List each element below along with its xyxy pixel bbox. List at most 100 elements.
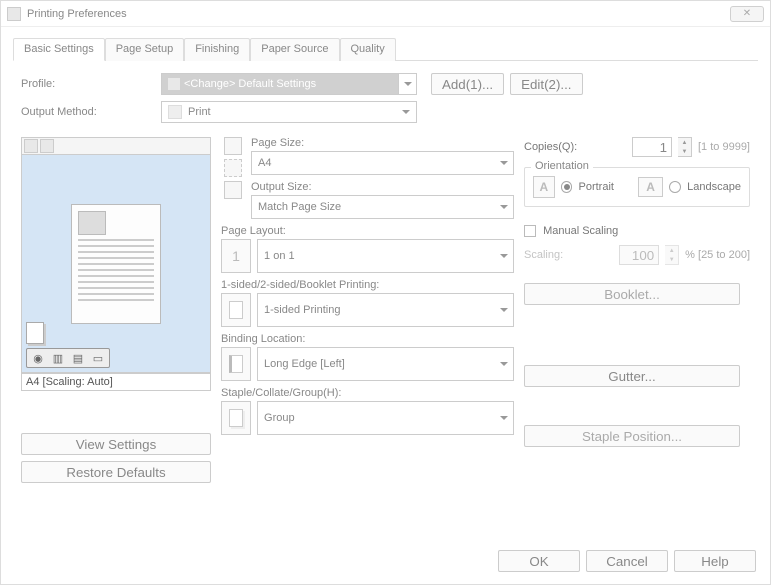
settings-column: Page Size: A4 Output Size: Match Page Si… bbox=[221, 137, 514, 483]
output-method-value: Print bbox=[188, 106, 402, 118]
layout-icon-2[interactable]: ▥ bbox=[48, 350, 68, 366]
landscape-radio[interactable] bbox=[669, 181, 681, 193]
printer-icon bbox=[168, 105, 182, 119]
add-profile-button[interactable]: Add(1)... bbox=[431, 73, 504, 95]
binding-dropdown[interactable]: Long Edge [Left] bbox=[257, 347, 514, 381]
layout-icon-4[interactable]: ▭ bbox=[88, 350, 108, 366]
preview-toolbar bbox=[21, 137, 211, 155]
output-size-dropdown[interactable]: Match Page Size bbox=[251, 195, 514, 219]
output-size-value: Match Page Size bbox=[252, 201, 495, 213]
titlebar: Printing Preferences ✕ bbox=[1, 1, 770, 27]
copies-spinner[interactable]: ▲▼ bbox=[678, 137, 692, 157]
tabs: Basic Settings Page Setup Finishing Pape… bbox=[13, 37, 758, 61]
output-method-label: Output Method: bbox=[21, 106, 161, 118]
scaling-input bbox=[619, 245, 659, 265]
scaling-spinner: ▲▼ bbox=[665, 245, 679, 265]
restore-defaults-button[interactable]: Restore Defaults bbox=[21, 461, 211, 483]
preview-mode-icon-1[interactable] bbox=[24, 139, 38, 153]
preview-mode-icon-2[interactable] bbox=[40, 139, 54, 153]
tab-paper-source[interactable]: Paper Source bbox=[250, 38, 339, 61]
profile-label: Profile: bbox=[21, 78, 161, 90]
scaling-label: Scaling: bbox=[524, 249, 613, 261]
page-size-icon bbox=[224, 137, 242, 155]
page-size-side-icons bbox=[221, 137, 245, 219]
tab-basic-settings[interactable]: Basic Settings bbox=[13, 38, 105, 61]
staple-dropdown[interactable]: Group bbox=[257, 401, 514, 435]
profile-row: Profile: <Change> Default Settings Add(1… bbox=[21, 73, 750, 95]
landscape-label: Landscape bbox=[687, 181, 741, 193]
page-size-dropdown[interactable]: A4 bbox=[251, 151, 514, 175]
copies-range: [1 to 9999] bbox=[698, 141, 750, 153]
single-page-icon[interactable] bbox=[26, 322, 44, 344]
output-method-dropdown[interactable]: Print bbox=[161, 101, 417, 123]
cancel-button[interactable]: Cancel bbox=[586, 550, 668, 572]
printing-sides-block: 1-sided/2-sided/Booklet Printing: 1-side… bbox=[221, 279, 514, 327]
manual-scaling-checkbox[interactable] bbox=[524, 225, 536, 237]
binding-icon bbox=[221, 347, 251, 381]
copies-row: Copies(Q): ▲▼ [1 to 9999] bbox=[524, 137, 750, 157]
page-layout-value: 1 on 1 bbox=[258, 250, 495, 262]
output-size-icon bbox=[224, 181, 242, 199]
tab-finishing[interactable]: Finishing bbox=[184, 38, 250, 61]
page-size-label: Page Size: bbox=[251, 137, 514, 149]
chevron-down-icon bbox=[500, 416, 508, 420]
portrait-label: Portrait bbox=[578, 181, 613, 193]
profile-dropdown-caret[interactable] bbox=[399, 73, 417, 95]
profile-value: <Change> Default Settings bbox=[184, 78, 316, 90]
preview-column: ◉ ▥ ▤ ▭ A4 [Scaling: Auto] View Settings… bbox=[21, 137, 211, 483]
output-size-label: Output Size: bbox=[251, 181, 514, 193]
staple-position-button: Staple Position... bbox=[524, 425, 740, 447]
page-preview bbox=[71, 204, 161, 324]
staple-value: Group bbox=[258, 412, 495, 424]
printing-preferences-window: Printing Preferences ✕ Basic Settings Pa… bbox=[0, 0, 771, 585]
printing-sides-label: 1-sided/2-sided/Booklet Printing: bbox=[221, 279, 514, 291]
chevron-down-icon bbox=[500, 254, 508, 258]
edit-profile-button[interactable]: Edit(2)... bbox=[510, 73, 582, 95]
copies-label: Copies(Q): bbox=[524, 141, 626, 153]
left-buttons: View Settings Restore Defaults bbox=[21, 433, 211, 483]
layout-tool-icons: ◉ ▥ ▤ ▭ bbox=[26, 348, 110, 368]
scaling-range: % [25 to 200] bbox=[685, 249, 750, 261]
preview-status: A4 [Scaling: Auto] bbox=[21, 373, 211, 391]
right-column: Copies(Q): ▲▼ [1 to 9999] Orientation A … bbox=[524, 137, 750, 483]
chevron-down-icon bbox=[500, 308, 508, 312]
layout-icon-3[interactable]: ▤ bbox=[68, 350, 88, 366]
page-layout-icon: 1 bbox=[221, 239, 251, 273]
pencil-icon bbox=[168, 78, 180, 90]
printing-sides-value: 1-sided Printing bbox=[258, 304, 495, 316]
printer-app-icon bbox=[7, 7, 21, 21]
close-button[interactable]: ✕ bbox=[730, 6, 764, 22]
page-layout-dropdown[interactable]: 1 on 1 bbox=[257, 239, 514, 273]
chevron-down-icon bbox=[500, 205, 508, 209]
one-sided-icon bbox=[221, 293, 251, 327]
printing-sides-dropdown[interactable]: 1-sided Printing bbox=[257, 293, 514, 327]
orientation-legend: Orientation bbox=[531, 160, 593, 172]
page-preview-area: ◉ ▥ ▤ ▭ bbox=[21, 155, 211, 373]
window-title: Printing Preferences bbox=[27, 8, 730, 20]
binding-block: Binding Location: Long Edge [Left] bbox=[221, 333, 514, 381]
copies-input[interactable] bbox=[632, 137, 672, 157]
gutter-button[interactable]: Gutter... bbox=[524, 365, 740, 387]
page-layout-label: Page Layout: bbox=[221, 225, 514, 237]
group-icon bbox=[221, 401, 251, 435]
chevron-down-icon bbox=[500, 362, 508, 366]
staple-block: Staple/Collate/Group(H): Group bbox=[221, 387, 514, 435]
layout-icon-1[interactable]: ◉ bbox=[28, 350, 48, 366]
chevron-down-icon bbox=[500, 161, 508, 165]
view-settings-button[interactable]: View Settings bbox=[21, 433, 211, 455]
landscape-icon: A bbox=[638, 177, 664, 197]
ok-button[interactable]: OK bbox=[498, 550, 580, 572]
scaling-row: Scaling: ▲▼ % [25 to 200] bbox=[524, 245, 750, 265]
profile-dropdown[interactable]: <Change> Default Settings bbox=[161, 73, 399, 95]
portrait-icon: A bbox=[533, 176, 555, 198]
arrow-down-icon bbox=[224, 159, 242, 177]
portrait-radio[interactable] bbox=[561, 181, 573, 193]
tab-content: Profile: <Change> Default Settings Add(1… bbox=[1, 61, 770, 495]
chevron-down-icon bbox=[402, 110, 410, 114]
dialog-footer-buttons: OK Cancel Help bbox=[498, 550, 756, 572]
help-button[interactable]: Help bbox=[674, 550, 756, 572]
manual-scaling-label: Manual Scaling bbox=[543, 225, 618, 237]
tab-quality[interactable]: Quality bbox=[340, 38, 396, 61]
tab-page-setup[interactable]: Page Setup bbox=[105, 38, 185, 61]
staple-label: Staple/Collate/Group(H): bbox=[221, 387, 514, 399]
